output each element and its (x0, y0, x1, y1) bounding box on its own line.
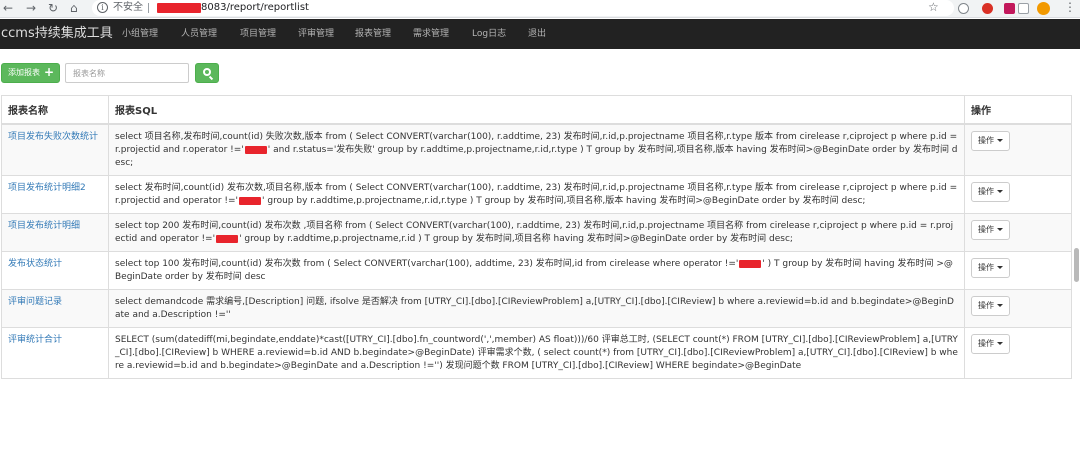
report-sql: select top 100 发布时间,count(id) 发布次数 from … (108, 251, 965, 290)
caret-down-icon (997, 228, 1003, 231)
report-name-link[interactable]: 项目发布统计明细2 (1, 175, 109, 214)
nav-item-staff-management[interactable]: 人员管理 (181, 19, 217, 49)
address-divider (148, 3, 149, 13)
caret-down-icon (997, 190, 1003, 193)
app-brand[interactable]: ccms持续集成工具 (0, 19, 113, 49)
report-table: 报表名称 报表SQL 操作 项目发布失败次数统计 select 项目名称,发布时… (1, 95, 1072, 379)
actions-dropdown-button[interactable]: 操作 (971, 334, 1010, 354)
column-header-actions: 操作 (964, 95, 1072, 125)
nav-item-requirement-management[interactable]: 需求管理 (413, 19, 449, 49)
nav-item-project-management[interactable]: 项目管理 (240, 19, 276, 49)
table-row: 项目发布统计明细2 select 发布时间,count(id) 发布次数,项目名… (1, 175, 1072, 214)
table-row: 评审问题记录 select demandcode 需求编号,[Descripti… (1, 289, 1072, 328)
table-row: 发布状态统计 select top 100 发布时间,count(id) 发布次… (1, 251, 1072, 290)
caret-down-icon (997, 266, 1003, 269)
table-row: 评审统计合计 SELECT (sum(datediff(mi,begindate… (1, 327, 1072, 379)
report-sql: select 发布时间,count(id) 发布次数,项目名称,版本 from … (108, 175, 965, 214)
browser-menu-icon[interactable]: ⋮ (1064, 0, 1076, 15)
reload-icon[interactable]: ↻ (48, 1, 58, 15)
nav-item-report-management[interactable]: 报表管理 (355, 19, 391, 49)
caret-down-icon (997, 342, 1003, 345)
top-navbar: ccms持续集成工具 小组管理 人员管理 项目管理 评审管理 报表管理 需求管理… (0, 19, 1080, 49)
nav-item-log[interactable]: Log日志 (472, 19, 506, 49)
redacted-value (239, 196, 262, 205)
redacted-host (157, 3, 201, 13)
report-name-link[interactable]: 项目发布统计明细 (1, 213, 109, 252)
info-icon[interactable]: i (97, 2, 108, 13)
back-icon[interactable]: ← (3, 1, 13, 15)
extension-icon[interactable] (958, 3, 969, 14)
security-status: 不安全 (113, 2, 143, 13)
browser-toolbar: ← → ↻ ⌂ i 不安全 8083/report/reportlist ☆ ⋮ (0, 0, 1080, 18)
profile-avatar[interactable] (1037, 2, 1050, 15)
bookmark-star-icon[interactable]: ☆ (928, 0, 939, 15)
search-button[interactable] (195, 63, 219, 83)
report-sql: select demandcode 需求编号,[Description] 问题,… (108, 289, 965, 328)
extension-icon[interactable] (1004, 3, 1015, 14)
caret-down-icon (997, 139, 1003, 142)
redacted-value (739, 259, 762, 268)
report-name-link[interactable]: 项目发布失败次数统计 (1, 123, 109, 176)
actions-dropdown-button[interactable]: 操作 (971, 296, 1010, 316)
actions-dropdown-button[interactable]: 操作 (971, 182, 1010, 202)
report-name-search-input[interactable] (65, 63, 189, 83)
home-icon[interactable]: ⌂ (70, 1, 78, 15)
caret-down-icon (997, 304, 1003, 307)
actions-dropdown-button[interactable]: 操作 (971, 131, 1010, 151)
nav-item-review-management[interactable]: 评审管理 (298, 19, 334, 49)
report-name-link[interactable]: 评审问题记录 (1, 289, 109, 328)
report-name-link[interactable]: 发布状态统计 (1, 251, 109, 290)
plus-icon: + (43, 65, 54, 79)
extension-icon[interactable] (1018, 3, 1029, 14)
nav-item-group-management[interactable]: 小组管理 (122, 19, 158, 49)
forward-icon[interactable]: → (26, 1, 36, 15)
actions-dropdown-button[interactable]: 操作 (971, 258, 1010, 278)
table-header-row: 报表名称 报表SQL 操作 (1, 95, 1072, 125)
nav-item-logout[interactable]: 退出 (528, 19, 546, 49)
actions-dropdown-button[interactable]: 操作 (971, 220, 1010, 240)
report-name-link[interactable]: 评审统计合计 (1, 327, 109, 379)
redacted-value (216, 234, 239, 243)
url-text[interactable]: 8083/report/reportlist (201, 1, 309, 15)
extension-icon[interactable] (982, 3, 993, 14)
table-row: 项目发布失败次数统计 select 项目名称,发布时间,count(id) 失败… (1, 123, 1072, 176)
column-header-report-name: 报表名称 (1, 95, 109, 125)
add-report-label: 添加报表 (8, 68, 40, 77)
add-report-button[interactable]: 添加报表 + (1, 63, 60, 83)
report-sql: SELECT (sum(datediff(mi,begindate,enddat… (108, 327, 965, 379)
scrollbar-thumb[interactable] (1074, 248, 1079, 282)
column-header-report-sql: 报表SQL (108, 95, 965, 125)
redacted-value (244, 145, 267, 154)
table-row: 项目发布统计明细 select top 200 发布时间,count(id) 发… (1, 213, 1072, 252)
report-sql: select top 200 发布时间,count(id) 发布次数 ,项目名称… (108, 213, 965, 252)
report-sql: select 项目名称,发布时间,count(id) 失败次数,版本 from … (108, 123, 965, 176)
